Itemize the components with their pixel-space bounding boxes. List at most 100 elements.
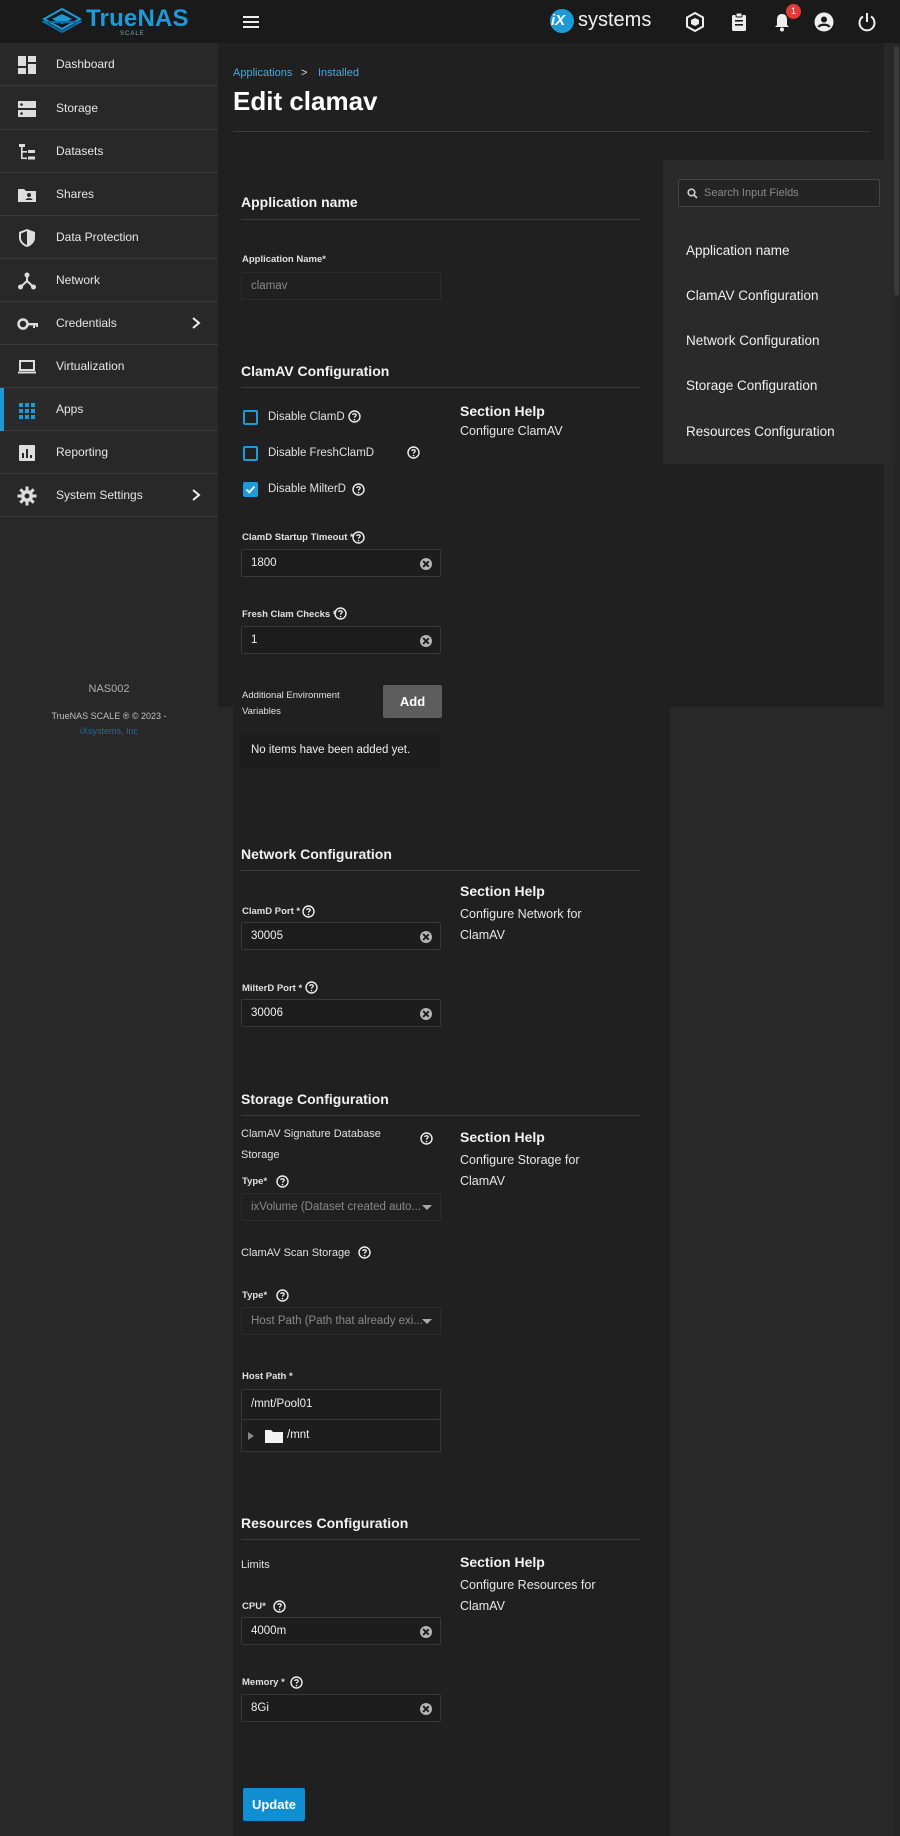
sidebar-item-label: Storage <box>56 101 99 115</box>
clear-icon[interactable] <box>420 1703 432 1715</box>
sidebar-item-system-settings[interactable]: System Settings <box>0 474 218 517</box>
host-path-input[interactable]: /mnt/Pool01 <box>241 1389 441 1420</box>
scrollbar-thumb[interactable] <box>894 46 899 296</box>
host-path-tree: /mnt <box>241 1420 441 1452</box>
notification-count-badge: 1 <box>786 4 801 19</box>
laptop-icon <box>17 357 37 377</box>
sidebar-item-apps[interactable]: Apps <box>0 388 218 431</box>
jump-link-storage-configuration[interactable]: Storage Configuration <box>686 378 817 393</box>
clear-icon[interactable] <box>420 635 432 647</box>
clear-icon[interactable] <box>420 1008 432 1020</box>
search-input-fields[interactable]: Search Input Fields <box>678 179 880 207</box>
sidebar-item-datasets[interactable]: Datasets <box>0 130 218 173</box>
sidebar-item-label: Dashboard <box>56 57 115 71</box>
page-scrollbar[interactable] <box>893 43 900 1836</box>
menu-toggle-icon[interactable] <box>240 11 262 33</box>
account-circle-icon[interactable] <box>813 11 835 33</box>
help-circle-icon[interactable] <box>276 1175 289 1188</box>
network-help-text: Configure Network for ClamAV <box>460 907 582 942</box>
section-divider <box>241 1115 641 1116</box>
clamd-port-label: ClamD Port * <box>242 906 301 917</box>
cpu-value: 4000m <box>251 1625 287 1637</box>
sidebar-item-data-protection[interactable]: Data Protection <box>0 216 218 259</box>
scan-type-label: Type* <box>242 1290 268 1301</box>
jump-link-resources-configuration[interactable]: Resources Configuration <box>686 424 835 439</box>
memory-label: Memory * <box>242 1677 285 1688</box>
sidebar-item-label: System Settings <box>56 488 143 502</box>
clamd-port-value: 30005 <box>251 930 283 942</box>
sidebar-item-credentials[interactable]: Credentials <box>0 302 218 345</box>
sidebar-item-label: Credentials <box>56 316 117 330</box>
storage-help-title: Section Help <box>460 1129 545 1145</box>
fresh-clam-checks-input[interactable]: 1 <box>241 626 441 654</box>
milterd-port-input[interactable]: 30006 <box>241 999 441 1027</box>
application-name-input[interactable]: clamav <box>241 272 441 300</box>
truecommand-icon[interactable] <box>684 11 706 33</box>
update-button[interactable]: Update <box>243 1788 305 1821</box>
copyright-text: TrueNAS SCALE ® © 2023 - <box>51 711 167 721</box>
dropdown-arrow-icon <box>422 1319 432 1324</box>
help-circle-icon[interactable] <box>276 1289 289 1302</box>
company-link[interactable]: iXsystems, Inc <box>0 726 218 736</box>
sidebar-item-shares[interactable]: Shares <box>0 173 218 216</box>
signature-type-label: Type* <box>242 1176 268 1187</box>
section-title-application-name: Application name <box>241 194 358 210</box>
clear-icon[interactable] <box>420 1626 432 1638</box>
sidebar: Dashboard Storage Datasets Shares Data P… <box>0 43 218 1836</box>
scan-type-value: Host Path (Path that already exi... <box>251 1315 423 1327</box>
disable-clamd-checkbox[interactable] <box>243 410 258 425</box>
apps-grid-icon <box>17 400 37 420</box>
clamd-port-input[interactable]: 30005 <box>241 922 441 950</box>
network-help-title: Section Help <box>460 883 545 899</box>
help-circle-icon[interactable] <box>290 1676 303 1689</box>
breadcrumb-installed[interactable]: Installed <box>318 67 359 79</box>
help-circle-icon[interactable] <box>348 410 361 423</box>
tree-node-label[interactable]: /mnt <box>287 1429 309 1441</box>
storage-icon <box>17 99 37 119</box>
clear-icon[interactable] <box>420 931 432 943</box>
disable-milterd-label: Disable MilterD <box>268 483 346 495</box>
help-circle-icon[interactable] <box>420 1132 433 1145</box>
disable-milterd-checkbox[interactable] <box>243 482 258 497</box>
clear-icon[interactable] <box>420 558 432 570</box>
fresh-clam-checks-value: 1 <box>251 634 258 646</box>
sidebar-item-dashboard[interactable]: Dashboard <box>0 43 218 86</box>
breadcrumb-applications[interactable]: Applications <box>233 67 292 79</box>
sidebar-item-storage[interactable]: Storage <box>0 87 218 130</box>
sidebar-item-network[interactable]: Network <box>0 259 218 302</box>
help-circle-icon[interactable] <box>407 446 420 459</box>
help-circle-icon[interactable] <box>273 1600 286 1613</box>
datasets-icon <box>17 142 37 162</box>
sidebar-item-virtualization[interactable]: Virtualization <box>0 345 218 388</box>
sidebar-item-reporting[interactable]: Reporting <box>0 431 218 474</box>
help-circle-icon[interactable] <box>302 905 315 918</box>
disable-freshclamd-checkbox[interactable] <box>243 446 258 461</box>
limits-label: Limits <box>241 1559 270 1571</box>
breadcrumb-separator: > <box>301 67 308 79</box>
power-icon[interactable] <box>856 11 878 33</box>
sidebar-item-label: Network <box>56 273 101 287</box>
help-circle-icon[interactable] <box>334 607 347 620</box>
jump-link-network-configuration[interactable]: Network Configuration <box>686 333 820 348</box>
help-circle-icon[interactable] <box>352 483 365 496</box>
jobs-clipboard-icon[interactable] <box>728 11 750 33</box>
scan-type-select[interactable]: Host Path (Path that already exi... <box>241 1307 441 1335</box>
jump-link-clamav-configuration[interactable]: ClamAV Configuration <box>686 288 819 303</box>
section-divider <box>241 1539 641 1540</box>
check-icon <box>245 485 256 494</box>
help-circle-icon[interactable] <box>358 1246 371 1259</box>
tree-expand-icon[interactable] <box>248 1432 254 1440</box>
truenas-logo-icon[interactable] <box>42 8 82 34</box>
help-circle-icon[interactable] <box>352 531 365 544</box>
milterd-port-value: 30006 <box>251 1007 283 1019</box>
jump-link-application-name[interactable]: Application name <box>686 243 790 258</box>
brand-name[interactable]: TrueNAS <box>86 5 189 33</box>
help-circle-icon[interactable] <box>305 981 318 994</box>
add-env-var-button[interactable]: Add <box>383 685 442 718</box>
signature-type-select[interactable]: ixVolume (Dataset created auto... <box>241 1193 441 1221</box>
clamd-startup-timeout-input[interactable]: 1800 <box>241 549 441 577</box>
additional-env-vars-label: Additional Environment Variables <box>242 690 340 717</box>
cpu-input[interactable]: 4000m <box>241 1617 441 1645</box>
gear-icon <box>17 486 37 506</box>
memory-input[interactable]: 8Gi <box>241 1694 441 1722</box>
